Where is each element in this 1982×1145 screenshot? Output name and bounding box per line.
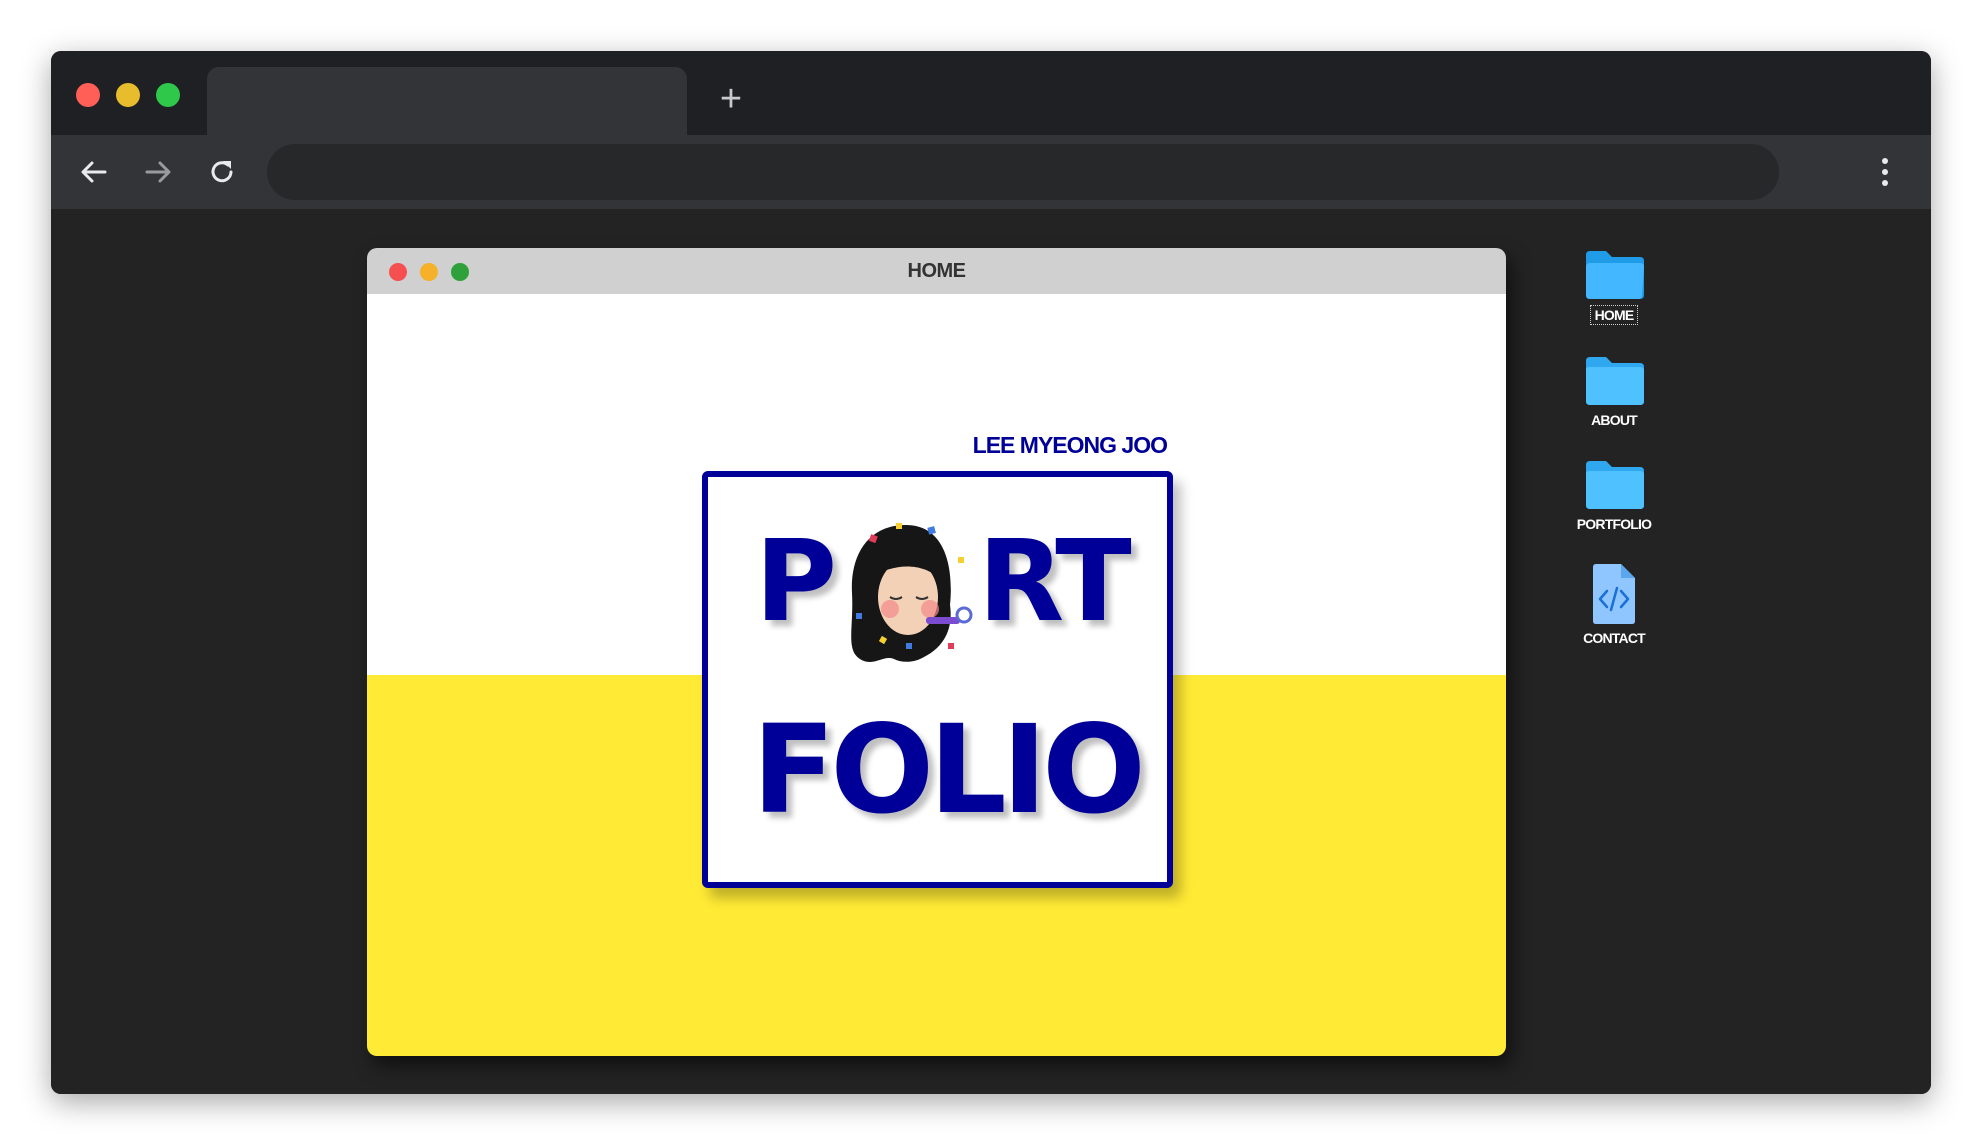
browser-tab[interactable] (207, 67, 687, 135)
home-window: HOME LEE MYEONG JOO Front-end Developer … (367, 248, 1506, 1056)
browser-window: + HOME LEE MYEONG JOO P RT FOLIO HOME AB… (51, 51, 1931, 1094)
folder-icon (1586, 251, 1644, 299)
desktop-item-about[interactable]: ABOUT (1554, 355, 1674, 430)
tab-bar: + (51, 51, 1931, 135)
title-letters-rt: RT (978, 517, 1132, 647)
desktop-item-label: HOME (1589, 305, 1639, 325)
more-vert-icon[interactable] (1875, 153, 1895, 191)
reload-icon[interactable] (203, 153, 241, 191)
desktop-item-label: PORTFOLIO (1576, 516, 1652, 532)
window-titlebar[interactable]: HOME (367, 248, 1506, 294)
address-bar[interactable] (267, 144, 1779, 200)
desktop-item-label: ABOUT (1591, 412, 1638, 428)
window-title: HOME (907, 260, 967, 282)
folder-icon (1586, 357, 1644, 405)
browser-toolbar (51, 135, 1931, 209)
desktop-item-contact[interactable]: CONTACT (1554, 563, 1674, 648)
page-viewport: HOME LEE MYEONG JOO Front-end Developer … (51, 209, 1931, 1094)
portfolio-card: P RT FOLIO (702, 471, 1173, 888)
minimize-window-button[interactable] (116, 83, 140, 107)
desktop-item-home[interactable]: HOME (1554, 249, 1674, 325)
title-word-folio: FOLIO (752, 699, 1146, 841)
desktop-item-portfolio[interactable]: PORTFOLIO (1554, 459, 1674, 534)
forward-arrow-icon[interactable] (139, 153, 177, 191)
new-tab-button[interactable]: + (711, 79, 751, 119)
code-file-icon (1593, 564, 1635, 624)
author-name: LEE MYEONG JOO (972, 432, 1168, 458)
back-arrow-icon[interactable] (75, 153, 113, 191)
maximize-window-button[interactable] (156, 83, 180, 107)
memoji-party-icon (851, 523, 973, 662)
close-window-button[interactable] (76, 83, 100, 107)
title-letter-p: P (755, 517, 837, 647)
folder-icon (1586, 461, 1644, 509)
desktop-item-label: CONTACT (1583, 630, 1646, 646)
